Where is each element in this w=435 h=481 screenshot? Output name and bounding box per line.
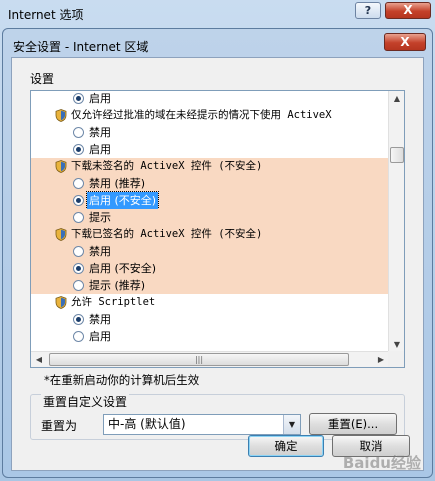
security-shield-icon [55, 160, 67, 173]
radio-checked-icon[interactable] [73, 195, 84, 206]
radio-unchecked-icon[interactable] [73, 280, 84, 291]
ok-button[interactable]: 确定 [248, 435, 324, 457]
setting-group-label: 允许 Scriptlet [71, 296, 156, 308]
scroll-up-arrow-icon[interactable]: ▲ [389, 91, 404, 107]
internet-options-title: Internet 选项 [8, 8, 84, 22]
radio-checked-icon[interactable] [73, 314, 84, 325]
radio-checked-icon[interactable] [73, 263, 84, 274]
chevron-down-icon[interactable]: ▼ [283, 415, 300, 434]
dialog-title: 安全设置 - Internet 区域 [13, 40, 149, 54]
setting-option-label: 启用 (不安全) [85, 191, 160, 210]
settings-list[interactable]: 启用 仅允许经过批准的域在未经提示的情况下使用 ActiveX 禁用 启用 下载未签名的… [30, 90, 405, 368]
security-level-value: 中-高 (默认值) [108, 417, 186, 431]
setting-radio-option[interactable]: 启用 [31, 91, 389, 107]
setting-group-label: 仅允许经过批准的域在未经提示的情况下使用 ActiveX [71, 109, 332, 121]
setting-option-label: 提示 [89, 211, 111, 224]
watermark-logo: Baidu经验 [342, 454, 421, 472]
setting-radio-option[interactable]: 禁用 [31, 311, 389, 328]
radio-checked-icon[interactable] [73, 93, 84, 104]
radio-unchecked-icon[interactable] [73, 178, 84, 189]
setting-group-header: 下载已签名的 ActiveX 控件 (不安全) [31, 226, 389, 243]
radio-unchecked-icon[interactable] [73, 331, 84, 342]
help-button[interactable]: ? [355, 2, 381, 19]
security-level-select[interactable]: 中-高 (默认值) ▼ [103, 414, 301, 435]
security-shield-icon [55, 109, 67, 122]
setting-option-label: 启用 [89, 330, 111, 343]
setting-option-label: 禁用 [89, 245, 111, 258]
security-settings-dialog: 安全设置 - Internet 区域 X 设置 启用仅允许经过批准的域在未经提示… [2, 28, 433, 478]
setting-radio-option[interactable]: 启用 [31, 328, 389, 345]
reset-button[interactable]: 重置(E)... [309, 413, 397, 435]
setting-group-header: 仅允许经过批准的域在未经提示的情况下使用 ActiveX [31, 107, 389, 124]
settings-list-content: 启用 仅允许经过批准的域在未经提示的情况下使用 ActiveX 禁用 启用 下载未签名的… [31, 91, 389, 353]
setting-option-label: 启用 [89, 92, 111, 105]
setting-radio-option[interactable]: 启用 [31, 141, 389, 158]
setting-group-header: 允许 Scriptlet [31, 294, 389, 311]
scroll-corner [388, 351, 404, 367]
reset-to-label: 重置为 [41, 419, 78, 433]
setting-option-label: 禁用 [89, 313, 111, 326]
internet-options-close-button[interactable]: X [385, 2, 431, 19]
setting-radio-option[interactable]: 禁用 [31, 124, 389, 141]
radio-unchecked-icon[interactable] [73, 212, 84, 223]
setting-radio-option[interactable]: 启用 (不安全) [31, 191, 389, 210]
scroll-right-arrow-icon[interactable]: ▶ [373, 352, 389, 367]
radio-unchecked-icon[interactable] [73, 127, 84, 138]
dialog-client-area: 设置 启用 仅允许经过批准的域在未经提示的情况下使用 ActiveX 禁用 启用 下载未… [11, 57, 424, 471]
setting-radio-option[interactable]: 禁用 (推荐) [31, 175, 389, 192]
security-shield-icon [55, 228, 67, 241]
security-shield-icon [55, 296, 67, 309]
scroll-left-arrow-icon[interactable]: ◀ [31, 352, 47, 367]
setting-option-label: 禁用 [89, 126, 111, 139]
setting-group-header: 下载未签名的 ActiveX 控件 (不安全) [31, 158, 389, 175]
setting-radio-option[interactable]: 提示 (推荐) [31, 277, 389, 294]
setting-option-label: 提示 (推荐) [89, 279, 146, 292]
setting-radio-option[interactable]: 禁用 [31, 243, 389, 260]
setting-radio-option[interactable]: 启用 (不安全) [31, 260, 389, 277]
settings-label: 设置 [30, 72, 55, 86]
setting-option-label: 启用 [89, 143, 111, 156]
vertical-scroll-thumb[interactable] [390, 147, 404, 163]
vertical-scrollbar[interactable]: ▲ ▼ [388, 91, 404, 353]
reset-group-title: 重置自定义设置 [41, 393, 130, 410]
horizontal-scrollbar[interactable]: ◀ ||| ▶ [31, 351, 389, 367]
setting-radio-option[interactable]: 提示 [31, 209, 389, 226]
restart-note: *在重新启动你的计算机后生效 [44, 373, 200, 387]
reset-custom-settings-group: 重置自定义设置 重置为 中-高 (默认值) ▼ 重置(E)... [30, 393, 405, 440]
radio-checked-icon[interactable] [73, 144, 84, 155]
setting-option-label: 启用 (不安全) [89, 262, 157, 275]
setting-group-label: 下载已签名的 ActiveX 控件 (不安全) [71, 228, 263, 240]
radio-unchecked-icon[interactable] [73, 246, 84, 257]
horizontal-scroll-thumb[interactable]: ||| [49, 353, 349, 366]
dialog-close-button[interactable]: X [384, 33, 426, 51]
setting-group-label: 下载未签名的 ActiveX 控件 (不安全) [71, 160, 263, 172]
setting-option-label: 禁用 (推荐) [89, 177, 146, 190]
